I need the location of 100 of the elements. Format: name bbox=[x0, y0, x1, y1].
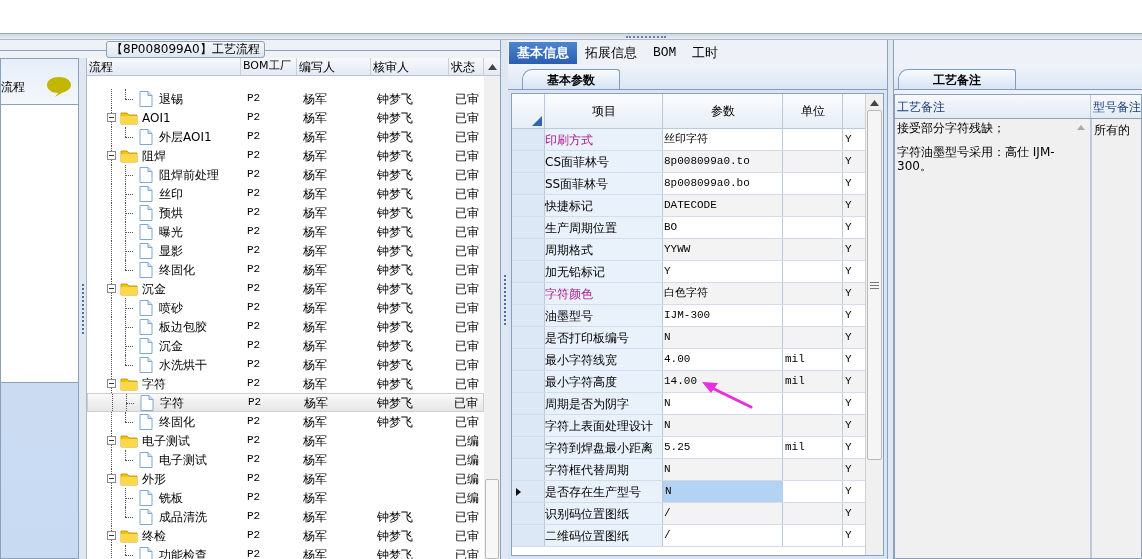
table-cell-text: Y bbox=[844, 220, 853, 236]
table-cell[interactable]: N bbox=[663, 327, 783, 348]
tree-row[interactable]: AOI1 P2 杨军 钟梦飞 已审 bbox=[87, 108, 484, 127]
collapse-icon[interactable] bbox=[107, 474, 116, 483]
tree-row[interactable]: 阻焊 P2 杨军 钟梦飞 已审 bbox=[87, 146, 484, 165]
scrollbar-track[interactable] bbox=[865, 94, 883, 555]
table-cell: 钟梦飞 bbox=[377, 148, 413, 163]
collapse-icon[interactable] bbox=[107, 151, 116, 160]
table-cell[interactable]: N bbox=[663, 481, 783, 502]
table-cell[interactable]: / bbox=[663, 503, 783, 524]
collapse-icon[interactable] bbox=[107, 284, 116, 293]
table-cell-text: 已审 bbox=[454, 375, 480, 393]
table-cell[interactable]: 8p008099a0.to bbox=[663, 151, 783, 172]
table-cell-text: P2 bbox=[246, 490, 262, 506]
tree-row[interactable]: 终固化 P2 杨军 钟梦飞 已审 bbox=[87, 412, 484, 431]
tree-row[interactable]: 终固化 P2 杨军 钟梦飞 已审 bbox=[87, 260, 484, 279]
tree-row[interactable]: 沉金 P2 杨军 钟梦飞 已审 bbox=[87, 336, 484, 355]
folder-icon bbox=[120, 528, 138, 543]
tree-row[interactable]: 显影 P2 杨军 钟梦飞 已审 bbox=[87, 241, 484, 260]
table-cell-text: 已审 bbox=[454, 527, 480, 545]
column-header[interactable]: 单位 bbox=[783, 94, 843, 128]
table-cell: 钟梦飞 bbox=[377, 243, 413, 258]
tree-row[interactable]: 喷砂 P2 杨军 钟梦飞 已审 bbox=[87, 298, 484, 317]
folder-icon bbox=[120, 110, 138, 125]
table-cell-text: P2 bbox=[246, 281, 262, 297]
table-cell[interactable]: 4.00 bbox=[663, 349, 783, 370]
scrollbar-thumb[interactable] bbox=[867, 110, 882, 460]
splitter-grip-icon[interactable] bbox=[81, 283, 84, 334]
tree-row[interactable]: 外层AOI1 P2 杨军 钟梦飞 已审 bbox=[87, 127, 484, 146]
tree-row[interactable]: 字符 P2 杨军 钟梦飞 已审 bbox=[87, 374, 484, 393]
table-cell[interactable]: BO bbox=[663, 217, 783, 238]
scrollbar-track[interactable] bbox=[484, 76, 500, 559]
column-header[interactable]: 编写人 bbox=[297, 58, 371, 75]
table-cell-text: mil bbox=[785, 440, 805, 456]
tree-row[interactable]: 字符 P2 杨军 钟梦飞 已审 bbox=[87, 393, 484, 412]
tree-item-label: 电子测试 bbox=[159, 451, 207, 469]
table-cell[interactable]: 丝印字符 bbox=[663, 129, 783, 150]
column-header[interactable]: 状态 bbox=[449, 58, 484, 75]
file-icon bbox=[139, 261, 153, 278]
tree-row[interactable]: 沉金 P2 杨军 钟梦飞 已审 bbox=[87, 279, 484, 298]
collapse-icon[interactable] bbox=[107, 531, 116, 540]
scroll-up-icon[interactable] bbox=[870, 100, 879, 106]
table-cell[interactable]: N bbox=[663, 415, 783, 436]
table-cell[interactable]: YYWW bbox=[663, 239, 783, 260]
table-cell[interactable]: IJM-300 bbox=[663, 305, 783, 326]
tab[interactable]: 拓展信息 bbox=[577, 42, 645, 64]
tree-item-label: 外形 bbox=[142, 470, 166, 488]
tree-row[interactable]: 铣板 P2 杨军 已编 bbox=[87, 488, 484, 507]
scrollbar-thumb[interactable] bbox=[485, 479, 499, 559]
tree-row[interactable]: 成品清洗 P2 杨军 钟梦飞 已审 bbox=[87, 507, 484, 526]
table-cell[interactable]: Y bbox=[663, 261, 783, 282]
table-cell[interactable]: / bbox=[663, 525, 783, 546]
column-header[interactable]: 工艺备注 bbox=[895, 95, 1091, 118]
tree-row[interactable]: 预烘 P2 杨军 钟梦飞 已审 bbox=[87, 203, 484, 222]
table-cell-text: 已审 bbox=[454, 185, 480, 203]
splitter-grip-icon[interactable] bbox=[626, 34, 666, 38]
table-cell[interactable]: 5.25 bbox=[663, 437, 783, 458]
tree-item-label: 曝光 bbox=[159, 223, 183, 241]
tab[interactable]: 基本参数 bbox=[522, 69, 620, 89]
table-cell: 字符到焊盘最小距离 bbox=[545, 437, 663, 458]
tab[interactable]: 工时 bbox=[684, 42, 727, 64]
tab[interactable]: BOM bbox=[645, 42, 685, 64]
column-header[interactable]: BOM工厂 bbox=[241, 58, 297, 75]
table-cell[interactable]: 白色字符 bbox=[663, 283, 783, 304]
tree-item-label: 显影 bbox=[159, 242, 183, 260]
tree-row[interactable]: 电子测试 P2 杨军 已编 bbox=[87, 450, 484, 469]
row-header[interactable] bbox=[512, 481, 545, 502]
table-cell[interactable]: N bbox=[663, 393, 783, 414]
collapse-icon[interactable] bbox=[107, 113, 116, 122]
table-cell-text: P2 bbox=[246, 224, 262, 240]
table-cell[interactable]: 8p008099a0.bo bbox=[663, 173, 783, 194]
column-header[interactable]: 型号备注 bbox=[1091, 95, 1141, 118]
column-header[interactable]: 项目 bbox=[545, 94, 663, 128]
tree-row[interactable]: 外形 P2 杨军 已编 bbox=[87, 469, 484, 488]
table-cell-text: Y bbox=[844, 198, 853, 214]
tab[interactable]: 基本信息 bbox=[509, 42, 577, 64]
column-header[interactable]: 核审人 bbox=[371, 58, 449, 75]
speech-bubble-icon[interactable] bbox=[46, 75, 72, 98]
collapse-icon[interactable] bbox=[107, 379, 116, 388]
scroll-up-icon[interactable] bbox=[487, 63, 497, 70]
collapse-icon[interactable] bbox=[107, 436, 116, 445]
table-cell[interactable]: N bbox=[663, 459, 783, 480]
splitter-grip-icon[interactable] bbox=[503, 274, 506, 325]
tree-row[interactable]: 阻焊前处理 P2 杨军 钟梦飞 已审 bbox=[87, 165, 484, 184]
table-cell-text: 已审 bbox=[454, 242, 480, 260]
tree-row[interactable]: 曝光 P2 杨军 钟梦飞 已审 bbox=[87, 222, 484, 241]
tree-item-label: 预烘 bbox=[159, 204, 183, 222]
tab[interactable]: 工艺备注 bbox=[898, 69, 1016, 89]
table-cell-text: 杨军 bbox=[302, 489, 328, 507]
column-header[interactable]: 流程 bbox=[87, 58, 241, 75]
tree-row[interactable]: 丝印 P2 杨军 钟梦飞 已审 bbox=[87, 184, 484, 203]
table-cell: 是否存在生产型号 bbox=[545, 481, 663, 502]
table-cell[interactable]: DATECODE bbox=[663, 195, 783, 216]
table-cell-text: 杨军 bbox=[302, 90, 328, 108]
tree-row[interactable]: 终检 P2 杨军 钟梦飞 已审 bbox=[87, 526, 484, 545]
column-header[interactable]: 参数 bbox=[663, 94, 783, 128]
tree-row[interactable]: 水洗烘干 P2 杨军 钟梦飞 已审 bbox=[87, 355, 484, 374]
tree-row[interactable]: 退锡 P2 杨军 钟梦飞 已审 bbox=[87, 89, 484, 108]
tree-row[interactable]: 板边包胶 P2 杨军 钟梦飞 已审 bbox=[87, 317, 484, 336]
tree-row[interactable]: 电子测试 P2 杨军 已编 bbox=[87, 431, 484, 450]
